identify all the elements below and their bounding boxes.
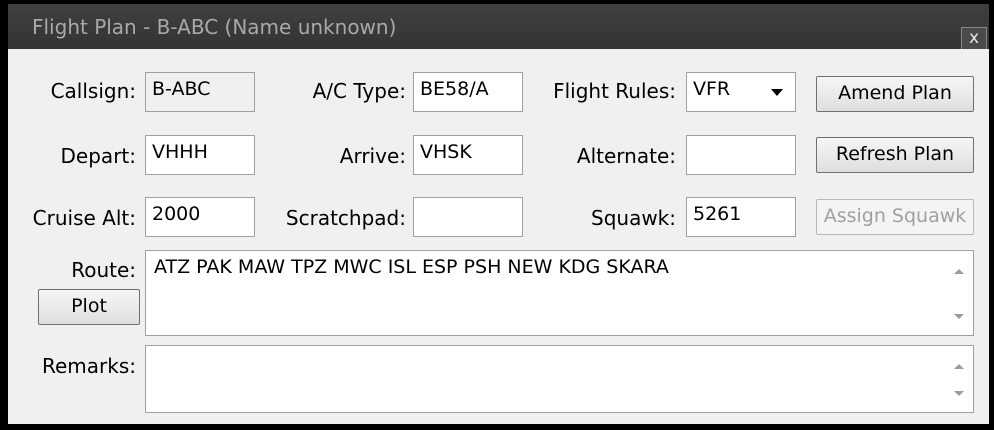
callsign-label: Callsign: (50, 79, 136, 103)
depart-label: Depart: (60, 144, 136, 168)
flight-rules-select[interactable]: VFR (686, 72, 796, 112)
cruise-alt-label: Cruise Alt: (32, 206, 136, 230)
amend-plan-button[interactable]: Amend Plan (816, 76, 974, 112)
ac-type-label: A/C Type: (312, 79, 406, 103)
remarks-scrollbar[interactable] (945, 346, 973, 412)
title-bar[interactable]: Flight Plan - B-ABC (Name unknown) x (8, 4, 989, 50)
arrive-label: Arrive: (339, 144, 406, 168)
scratchpad-label: Scratchpad: (285, 206, 406, 230)
scroll-down-icon[interactable] (954, 391, 964, 396)
flight-rules-value: VFR (693, 78, 731, 100)
flight-plan-window: Flight Plan - B-ABC (Name unknown) x Cal… (0, 0, 994, 430)
scroll-down-icon[interactable] (954, 314, 964, 319)
route-text: ATZ PAK MAW TPZ MWC ISL ESP PSH NEW KDG … (154, 256, 669, 278)
callsign-field: B-ABC (145, 72, 255, 112)
alternate-label: Alternate: (576, 144, 676, 168)
close-button[interactable]: x (961, 27, 987, 50)
squawk-field[interactable]: 5261 (686, 197, 796, 237)
scratchpad-field[interactable] (413, 197, 523, 237)
ac-type-field[interactable]: BE58/A (413, 72, 523, 112)
cruise-alt-field[interactable]: 2000 (145, 197, 255, 237)
window-title: Flight Plan - B-ABC (Name unknown) (32, 15, 397, 39)
remarks-textarea[interactable] (145, 345, 974, 413)
plot-button[interactable]: Plot (38, 289, 140, 325)
flight-plan-form: Callsign: B-ABC A/C Type: BE58/A Flight … (8, 49, 989, 424)
route-label: Route: (71, 258, 136, 282)
depart-field[interactable]: VHHH (145, 135, 255, 175)
route-textarea[interactable]: ATZ PAK MAW TPZ MWC ISL ESP PSH NEW KDG … (145, 250, 974, 336)
arrive-field[interactable]: VHSK (413, 135, 523, 175)
alternate-field[interactable] (686, 135, 796, 175)
flight-rules-label: Flight Rules: (553, 79, 676, 103)
refresh-plan-button[interactable]: Refresh Plan (816, 137, 974, 173)
squawk-label: Squawk: (591, 206, 676, 230)
scroll-up-icon[interactable] (954, 269, 964, 274)
remarks-label: Remarks: (41, 354, 136, 378)
scroll-up-icon[interactable] (954, 364, 964, 369)
route-scrollbar[interactable] (945, 251, 973, 335)
close-icon: x (968, 28, 980, 48)
chevron-down-icon[interactable] (763, 79, 791, 105)
assign-squawk-button[interactable]: Assign Squawk (816, 199, 974, 235)
